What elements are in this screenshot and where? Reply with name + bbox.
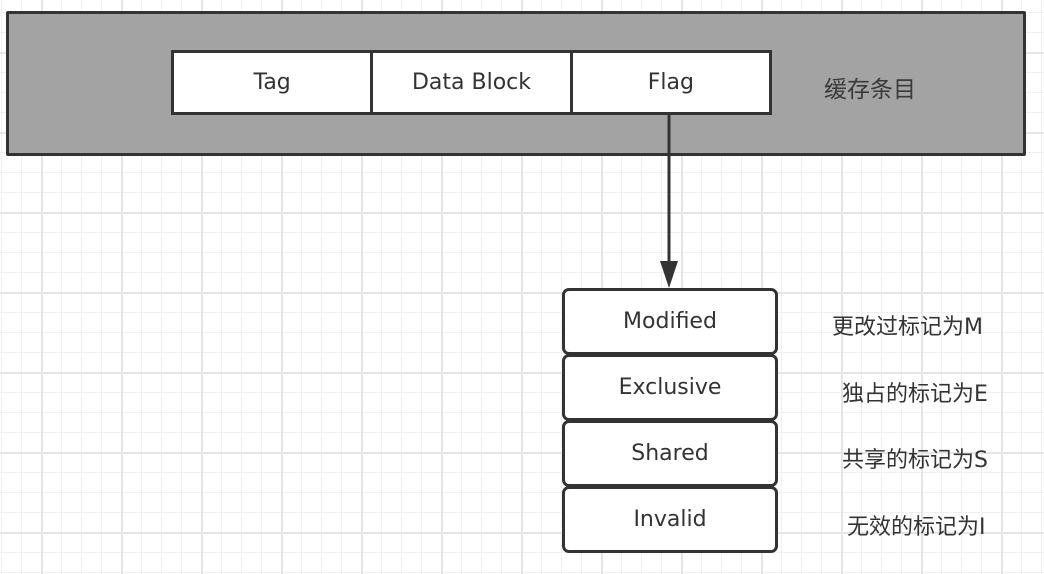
state-shared: Shared (562, 420, 778, 487)
arrow-head-icon (660, 261, 678, 288)
flag-states-stack: Modified Exclusive Shared Invalid (562, 288, 778, 553)
note-shared: 共享的标记为S (842, 448, 988, 473)
state-exclusive: Exclusive (562, 354, 778, 421)
state-invalid: Invalid (562, 486, 778, 553)
note-modified: 更改过标记为M (832, 315, 983, 340)
note-exclusive: 独占的标记为E (842, 382, 988, 407)
state-modified: Modified (562, 288, 778, 355)
flag-arrow (660, 114, 678, 288)
note-invalid: 无效的标记为I (847, 515, 986, 540)
